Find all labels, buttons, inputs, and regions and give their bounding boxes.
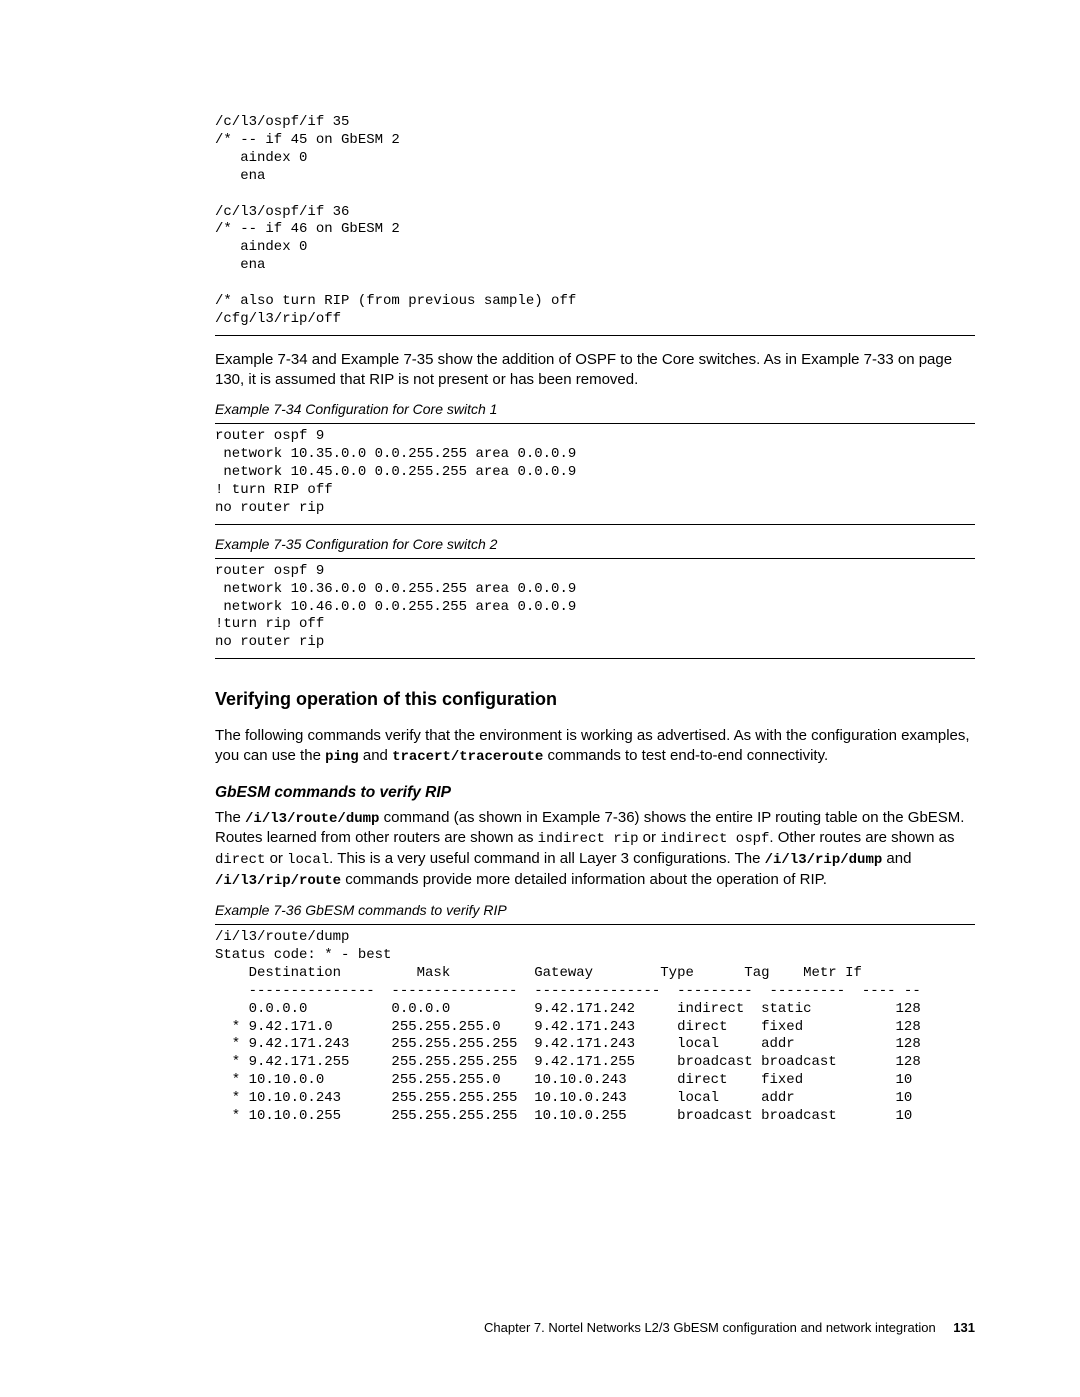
inline-text-direct: direct [215,852,265,868]
text-fragment: . This is a very useful command in all L… [329,850,765,867]
inline-command-ping: ping [325,749,359,765]
gbesm-paragraph: The /i/l3/route/dump command (as shown i… [215,808,975,892]
inline-command-tracert: tracert/traceroute [392,749,543,765]
divider [215,524,975,525]
text-fragment: or [265,850,287,867]
divider [215,658,975,659]
example-caption-7-35: Example 7-35 Configuration for Core swit… [215,535,975,554]
inline-text-indirect-ospf: indirect ospf [660,831,769,847]
text-fragment: or [639,829,661,846]
example-caption-7-36: Example 7-36 GbESM commands to verify RI… [215,901,975,920]
text-fragment: . Other routes are shown as [769,829,954,846]
page-footer: Chapter 7. Nortel Networks L2/3 GbESM co… [484,1319,975,1337]
verify-paragraph: The following commands verify that the e… [215,726,975,767]
inline-text-local: local [287,852,329,868]
code-block-route-table: /i/l3/route/dump Status code: * - best D… [215,925,975,1132]
subsection-heading-gbesm-rip: GbESM commands to verify RIP [215,783,975,804]
text-fragment: The [215,809,245,826]
code-block-core2: router ospf 9 network 10.36.0.0 0.0.255.… [215,559,975,659]
code-block-core1: router ospf 9 network 10.35.0.0 0.0.255.… [215,424,975,524]
inline-command-route-dump: /i/l3/route/dump [245,811,379,827]
divider [215,335,975,336]
footer-chapter-text: Chapter 7. Nortel Networks L2/3 GbESM co… [484,1320,936,1335]
text-fragment: and [359,747,392,764]
text-fragment: commands to test end-to-end connectivity… [543,747,828,764]
example-caption-7-34: Example 7-34 Configuration for Core swit… [215,400,975,419]
inline-command-rip-route: /i/l3/rip/route [215,873,341,889]
intro-paragraph: Example 7-34 and Example 7-35 show the a… [215,350,975,391]
text-fragment: and [882,850,911,867]
code-block-ospf-interface: /c/l3/ospf/if 35 /* -- if 45 on GbESM 2 … [215,110,975,335]
page-number: 131 [953,1320,975,1335]
document-page: /c/l3/ospf/if 35 /* -- if 45 on GbESM 2 … [0,0,1080,1397]
section-heading-verifying: Verifying operation of this configuratio… [215,687,975,711]
inline-command-rip-dump: /i/l3/rip/dump [765,852,883,868]
inline-text-indirect-rip: indirect rip [538,831,639,847]
text-fragment: commands provide more detailed informati… [341,871,827,888]
